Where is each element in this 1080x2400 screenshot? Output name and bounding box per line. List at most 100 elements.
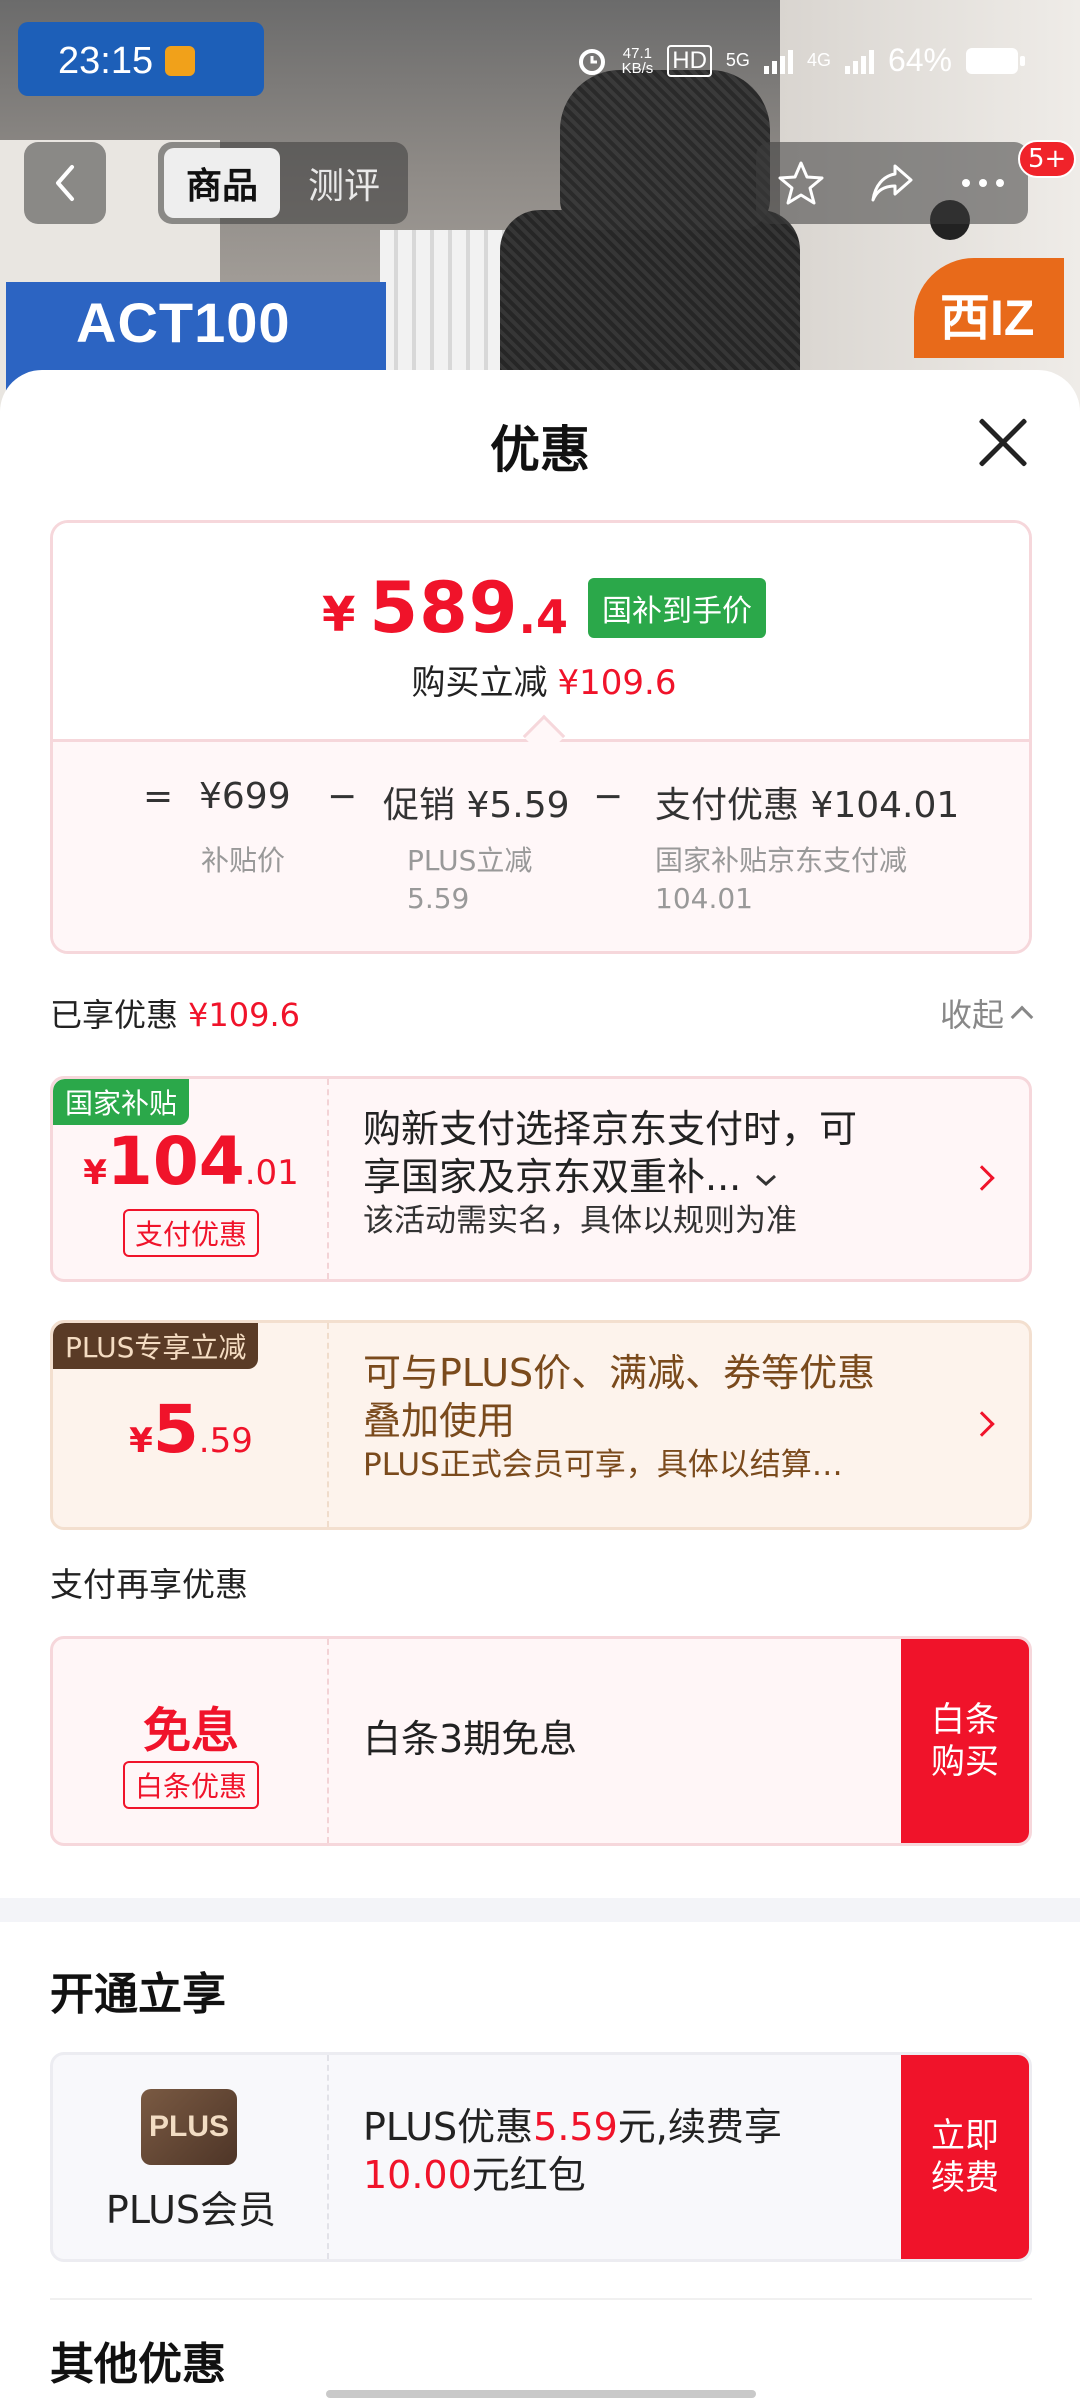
subsidy-base-price: ¥699	[199, 776, 291, 817]
promo-label: PLUS立减 5.59	[407, 842, 532, 918]
chevron-down-icon[interactable]	[753, 1170, 779, 1190]
coupon-title: 白条3期免息	[363, 1717, 578, 1761]
coupon-amount-currency: ¥	[129, 1421, 153, 1461]
coupon-title-line2-text: 享国家及京东双重补...	[363, 1155, 742, 1199]
coupon-title-line1: 购新支付选择京东支付时，可	[363, 1107, 858, 1151]
baitiao-coupon: 免息 白条优惠 白条3期免息 白条 购买	[50, 1636, 1032, 1846]
coupon-body: PLUS优惠5.59元,续费享 10.00元红包	[363, 2103, 883, 2199]
coupon-type-tag: 支付优惠	[53, 1209, 329, 1257]
plus-offer-amount1: 5.59	[533, 2105, 618, 2149]
pay-label-line2: 104.01	[655, 882, 753, 915]
pay-more-label: 支付再享优惠	[50, 1565, 248, 1604]
coupon-type-tag-text: 支付优惠	[122, 1209, 259, 1257]
coupon-amount: ¥5.59	[53, 1391, 329, 1468]
collapse-label: 收起	[939, 996, 1004, 1034]
coupon-desc: PLUS正式会员可享，具体以结算…	[363, 1447, 843, 1483]
plus-offer-line2: 10.00元红包	[363, 2151, 883, 2199]
net-speed: 47.1 KB/s	[622, 46, 654, 76]
instant-reduction-amount: ¥109.6	[557, 663, 677, 703]
discount-sheet: 优惠 ¥ 589 .4 国补到手价 购买立减 ¥109.6 = ¥699 − 促销…	[0, 370, 1080, 2400]
baitiao-buy-button[interactable]: 白条 购买	[901, 1639, 1029, 1843]
pay-label-line1: 国家补贴京东支付减	[655, 844, 908, 877]
coupon-amount-integer: 5	[152, 1391, 199, 1468]
other-section-title: 其他优惠	[50, 2339, 226, 2390]
back-button[interactable]	[24, 142, 106, 224]
plus-renew-card: PLUS PLUS会员 PLUS优惠5.59元,续费享 10.00元红包 立即 …	[50, 2052, 1032, 2262]
status-bar: 23:15 47.1 KB/s HD 5G 4G 64%	[0, 0, 1080, 130]
currency-symbol: ¥	[321, 587, 356, 643]
plus-logo: PLUS	[141, 2089, 237, 2165]
pay-label: 国家补贴京东支付减 104.01	[655, 842, 907, 918]
national-subsidy-coupon[interactable]: 国家补贴 ¥104.01 支付优惠 购新支付选择京东支付时，可 享国家及京东双重…	[50, 1076, 1032, 1282]
plus-exclusive-coupon[interactable]: PLUS专享立减 ¥5.59 可与PLUS价、满减、券等优惠 叠加使用 PLUS…	[50, 1320, 1032, 1530]
chevron-right-icon	[969, 1165, 995, 1191]
coupon-amount-integer: 104	[106, 1123, 245, 1200]
coupon-amount: ¥104.01	[53, 1123, 329, 1200]
tab-product[interactable]: 商品	[164, 148, 280, 218]
coupon-amount-currency: ¥	[83, 1153, 107, 1193]
coupon-type-tag-text: 白条优惠	[122, 1761, 259, 1809]
app-notification-icon	[165, 46, 195, 76]
coupon-body: 白条3期免息	[363, 1715, 577, 1763]
more-options-icon[interactable]	[953, 153, 1013, 213]
section-divider	[0, 1898, 1080, 1922]
coupon-body: 购新支付选择京东支付时，可 享国家及京东双重补... 该活动需实名，具体以规则为…	[363, 1105, 963, 1241]
alarm-icon	[578, 48, 605, 75]
net-speed-unit: KB/s	[621, 59, 654, 77]
base-label: 补贴价	[201, 842, 285, 880]
price-top: ¥ 589 .4 国补到手价 购买立减 ¥109.6	[53, 523, 1029, 739]
renew-now-button[interactable]: 立即 续费	[901, 2055, 1029, 2259]
sheet-title: 优惠	[490, 421, 590, 479]
promo-label-line2: 5.59	[407, 882, 470, 915]
coupon-desc: 该活动需实名，具体以规则为准	[363, 1203, 797, 1239]
signal-icon	[763, 48, 793, 74]
chevron-up-icon	[1010, 1005, 1034, 1029]
minus-sign-2: −	[593, 776, 624, 817]
promo-deduction: 促销 ¥5.59	[383, 785, 570, 826]
instant-reduction: 购买立减 ¥109.6	[53, 655, 1029, 704]
enjoyed-label: 已享优惠	[50, 996, 179, 1034]
open-section-title: 开通立享	[50, 1969, 226, 2020]
coupon-amount-decimal: .59	[198, 1421, 253, 1461]
battery-icon	[966, 47, 1025, 74]
chevron-left-icon	[56, 165, 74, 201]
price-decimal: .4	[518, 590, 568, 644]
home-indicator[interactable]	[326, 2390, 756, 2398]
coupon-body: 可与PLUS价、满减、券等优惠 叠加使用 PLUS正式会员可享，具体以结算…	[363, 1349, 963, 1485]
coupon-title-line1: 可与PLUS价、满减、券等优惠	[363, 1351, 876, 1395]
nav-actions	[756, 142, 1028, 224]
subsidy-price-tag: 国补到手价	[588, 578, 766, 638]
collapse-button[interactable]: 收起	[939, 990, 1034, 1036]
coupon-type-tag: 白条优惠	[53, 1761, 329, 1809]
favorite-star-icon[interactable]	[771, 153, 831, 213]
plus-offer-text3: 元红包	[471, 2153, 586, 2197]
net-speed-value: 47.1	[622, 44, 652, 62]
promo-label-line1: PLUS立减	[407, 844, 533, 877]
chevron-right-icon	[969, 1411, 995, 1437]
share-icon[interactable]	[862, 153, 922, 213]
tab-review[interactable]: 测评	[286, 148, 402, 218]
interest-free-label: 免息	[142, 1703, 239, 1759]
price-integer: 589	[369, 567, 519, 649]
price-summary-card: ¥ 589 .4 国补到手价 购买立减 ¥109.6 = ¥699 − 促销 ¥5…	[50, 520, 1032, 954]
network-5g: 5G	[725, 50, 750, 70]
plus-offer-amount2: 10.00	[363, 2153, 472, 2197]
coupon-title-line2: 叠加使用	[363, 1399, 516, 1443]
network-4g: 4G	[806, 50, 831, 70]
instant-reduction-label: 购买立减	[411, 663, 548, 703]
coupon-title-line2: 享国家及京东双重补...	[363, 1153, 963, 1201]
price-breakdown: = ¥699 − 促销 ¥5.59 − 支付优惠 ¥104.01 补贴价 PLU…	[53, 739, 1029, 951]
equals-sign: =	[143, 776, 174, 817]
enjoyed-amount: ¥109.6	[188, 996, 300, 1034]
status-time: 23:15	[58, 40, 154, 82]
status-right-group: 47.1 KB/s HD 5G 4G 64%	[576, 42, 1025, 79]
hd-icon: HD	[667, 44, 712, 77]
battery-percent: 64%	[887, 42, 952, 78]
brand-badge: 西IZ	[914, 258, 1064, 358]
coupon-corner-tag: 国家补贴	[53, 1079, 190, 1125]
plus-offer-text2: 元,续费享	[617, 2105, 782, 2149]
close-icon[interactable]	[975, 414, 1031, 470]
product-tabs: 商品 测评	[158, 142, 408, 224]
final-price: ¥ 589 .4 国补到手价	[53, 567, 1029, 649]
signal-icon-2	[844, 48, 874, 74]
